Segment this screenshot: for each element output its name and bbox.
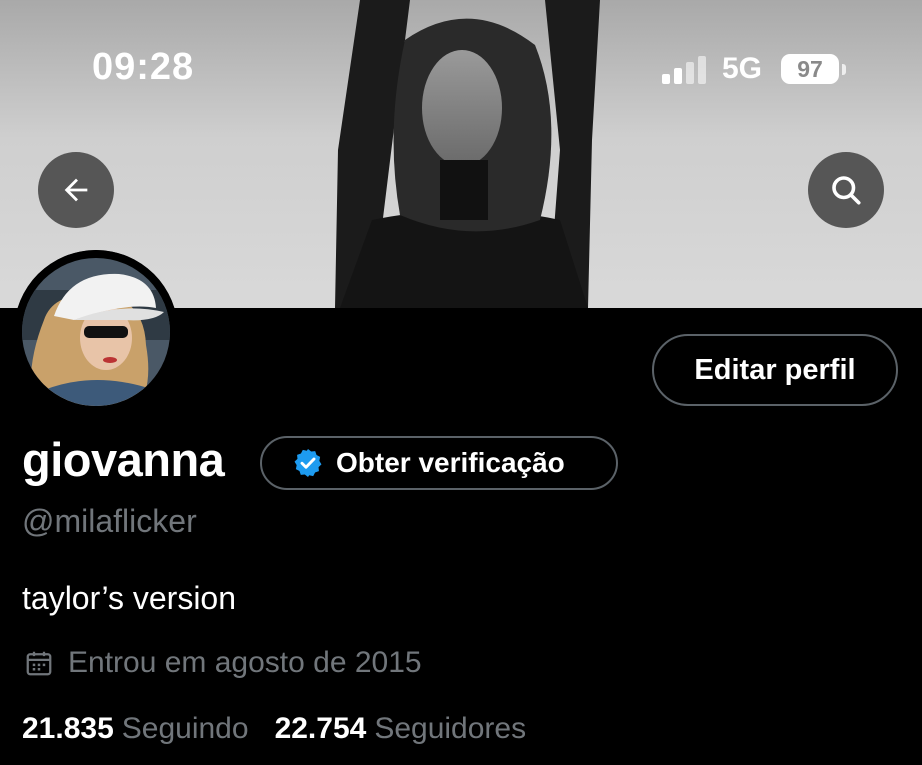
avatar-photo [14,250,178,414]
battery-tip [842,64,846,75]
calendar-icon [26,651,52,676]
profile-screen: 09:28 5G 97 Editar perfil giovanna Obter… [0,0,922,765]
joined-date-row: Entrou em agosto de 2015 [24,646,422,680]
following-link[interactable]: 21.835 Seguindo [22,712,249,746]
avatar[interactable] [14,250,178,414]
followers-count: 22.754 [274,712,367,745]
joined-date-text: Entrou em agosto de 2015 [68,646,422,679]
network-type: 5G [722,52,763,85]
display-name: giovanna [22,433,225,486]
follow-stats: 21.835 Seguindo 22.754 Seguidores [22,712,526,746]
search-button[interactable] [808,152,884,228]
back-button[interactable] [38,152,114,228]
following-label: Seguindo [121,712,249,745]
status-time: 09:28 [92,46,195,88]
followers-link[interactable]: 22.754 Seguidores [275,712,527,746]
verified-badge-icon [294,449,322,477]
followers-label: Seguidores [374,712,527,745]
profile-bio: taylor’s version [22,580,237,616]
get-verified-label: Obter verificação [336,447,565,478]
signal-strength-icon [662,56,706,84]
battery-icon: 97 [781,54,839,84]
edit-profile-label: Editar perfil [694,353,856,386]
following-count: 21.835 [22,712,114,745]
arrow-left-icon [64,178,88,202]
search-icon [832,176,861,205]
username-handle: @milaflicker [22,503,197,539]
get-verified-button[interactable]: Obter verificação [260,436,618,490]
edit-profile-button[interactable]: Editar perfil [652,334,898,406]
battery-level: 97 [797,55,823,82]
